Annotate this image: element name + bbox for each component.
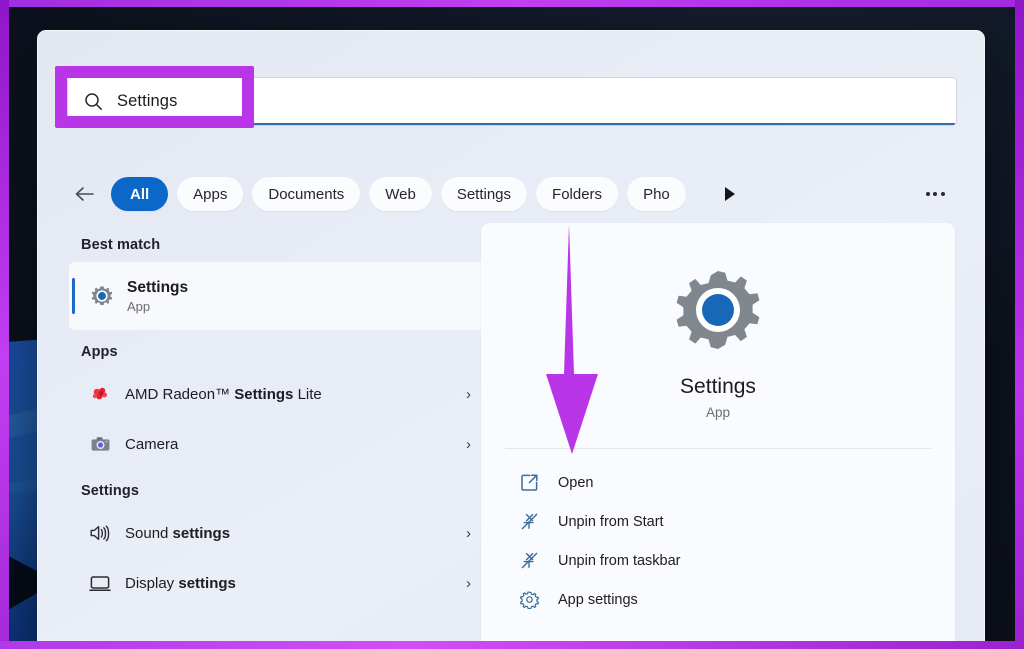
chevron-right-icon[interactable]: › <box>466 575 471 592</box>
filter-chip-label: Documents <box>268 185 345 203</box>
filter-chip-documents[interactable]: Documents <box>252 177 361 211</box>
selection-indicator <box>72 278 75 314</box>
filter-chip-label: Pho <box>643 185 670 203</box>
group-header-apps: Apps <box>81 344 118 360</box>
filter-chip-apps[interactable]: Apps <box>177 177 244 211</box>
preview-action-app-settings[interactable]: App settings <box>519 580 955 619</box>
result-row-label: AMD Radeon™ Settings Lite <box>125 385 322 403</box>
settings-gear-large-icon <box>481 267 955 353</box>
screenshot-frame: Settings All Apps Documents Web Settings… <box>0 0 1024 649</box>
group-header-best-match: Best match <box>81 237 161 253</box>
unpin-icon <box>519 550 540 571</box>
preview-hero: Settings App <box>481 223 955 420</box>
back-button[interactable] <box>67 177 101 211</box>
preview-actions-list: Open Unpin from Start Unpin from taskbar… <box>481 449 955 619</box>
amd-radeon-icon <box>89 383 111 405</box>
filter-chip-label: Settings <box>456 185 512 203</box>
gear-icon <box>91 285 113 307</box>
result-row-label: Sound settings <box>125 524 231 542</box>
best-match-title: Settings <box>127 278 189 296</box>
preview-app-subtitle: App <box>705 405 731 420</box>
chevron-right-icon[interactable]: › <box>466 436 471 453</box>
filter-chip-label: All <box>130 185 150 203</box>
chevron-right-icon[interactable]: › <box>466 525 471 542</box>
filter-chip-all[interactable]: All <box>111 177 169 211</box>
ellipsis-icon[interactable] <box>917 177 957 211</box>
search-input[interactable]: Settings <box>67 77 957 126</box>
result-row-display-settings[interactable]: Display settings › <box>69 558 485 608</box>
filter-chip-web[interactable]: Web <box>369 177 432 211</box>
speaker-icon <box>89 522 111 544</box>
app-settings-gear-icon <box>519 589 540 610</box>
preview-action-label: Unpin from Start <box>558 513 664 530</box>
preview-app-title: Settings <box>680 375 756 398</box>
app-preview-pane: Settings App Open Unpin from Start Unpin… <box>481 223 955 642</box>
windows-search-flyout: Settings All Apps Documents Web Settings… <box>37 30 985 642</box>
preview-action-open[interactable]: Open <box>519 463 955 502</box>
result-row-amd-radeon-settings-lite[interactable]: AMD Radeon™ Settings Lite › <box>69 369 485 419</box>
filter-chip-label: Apps <box>193 185 228 203</box>
preview-action-label: Unpin from taskbar <box>558 552 681 569</box>
filter-chip-label: Web <box>385 185 416 203</box>
preview-action-unpin-from-taskbar[interactable]: Unpin from taskbar <box>519 541 955 580</box>
filter-chip-photos[interactable]: Pho <box>627 177 686 211</box>
search-focus-underline <box>69 123 955 125</box>
search-field-container: Settings <box>67 77 957 126</box>
search-input-value: Settings <box>117 92 178 110</box>
filter-chip-settings[interactable]: Settings <box>440 177 528 211</box>
best-match-result-settings[interactable]: Settings App <box>69 262 485 330</box>
monitor-icon <box>89 572 111 594</box>
best-match-text: Settings App <box>127 278 188 314</box>
group-header-settings: Settings <box>81 483 139 499</box>
filter-chips-scroller[interactable]: All Apps Documents Web Settings Folders <box>111 174 711 214</box>
annotation-border-left <box>0 0 9 649</box>
best-match-subtitle: App <box>127 299 151 315</box>
results-list: Best match Settings App Apps AMD Radeon™… <box>67 223 487 642</box>
preview-action-label: Open <box>558 474 594 491</box>
filter-chips-row: All Apps Documents Web Settings Folders <box>67 171 957 217</box>
result-row-label: Display settings <box>125 574 236 592</box>
camera-icon <box>89 433 111 455</box>
preview-action-label: App settings <box>558 591 638 608</box>
preview-action-unpin-from-start[interactable]: Unpin from Start <box>519 502 955 541</box>
open-external-icon <box>519 472 540 493</box>
search-icon <box>84 92 103 111</box>
annotation-border-right <box>1015 0 1024 649</box>
result-row-sound-settings[interactable]: Sound settings › <box>69 508 485 558</box>
filter-chip-label: Folders <box>552 185 603 203</box>
unpin-icon <box>519 511 540 532</box>
filter-chip-folders[interactable]: Folders <box>536 177 619 211</box>
play-triangle-icon[interactable] <box>717 177 743 211</box>
result-row-label: Camera <box>125 435 179 453</box>
result-row-camera[interactable]: Camera › <box>69 419 485 469</box>
chevron-right-icon[interactable]: › <box>466 386 471 403</box>
